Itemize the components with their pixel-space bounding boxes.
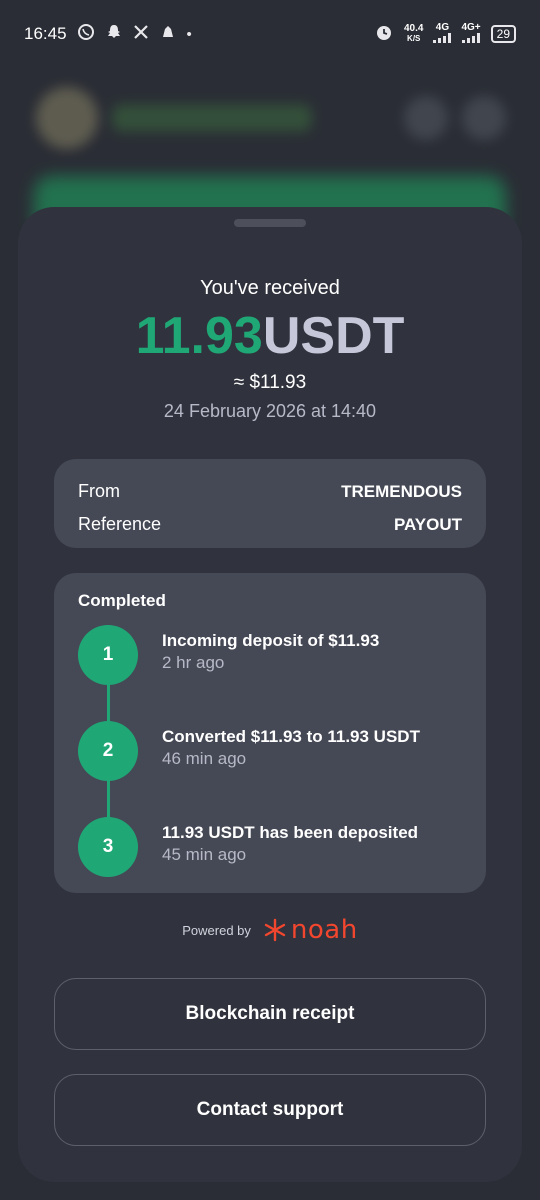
- progress-status: Completed: [78, 591, 166, 610]
- received-amount: 11.93USDT: [18, 307, 522, 365]
- from-label: From: [78, 481, 120, 501]
- step-3: 11.93 USDT has been deposited 45 min ago: [162, 822, 418, 866]
- alarm-icon: [374, 22, 394, 46]
- powered-by: Powered by noah: [18, 915, 522, 945]
- noah-brand-text: noah: [290, 915, 358, 945]
- premier-league-icon: [159, 23, 177, 45]
- step-1: Incoming deposit of $11.93 2 hr ago: [162, 630, 379, 674]
- amount-currency: USDT: [262, 307, 405, 365]
- step-3-badge: 3: [78, 817, 138, 877]
- snapchat-icon: [105, 23, 123, 45]
- reference-label: Reference: [78, 514, 162, 534]
- noah-logo: noah: [263, 915, 358, 945]
- step-title: 11.93 USDT has been deposited: [162, 823, 419, 842]
- network-speed: 40.4 K/S: [403, 23, 424, 44]
- signal-4g-plus: 4G+: [461, 22, 481, 46]
- x-icon: [133, 24, 149, 44]
- whatsapp-icon: [77, 23, 95, 45]
- from-value: TREMENDOUS: [341, 481, 462, 501]
- transaction-sheet: You've received 11.93USDT ≈ $11.93 24 Fe…: [18, 207, 522, 1182]
- signal-4g: 4G: [433, 22, 452, 46]
- step-time: 2 hr ago: [162, 653, 225, 672]
- contact-support-button[interactable]: Contact support: [54, 1074, 486, 1146]
- step-title: Incoming deposit of $11.93: [162, 631, 380, 650]
- battery-indicator: 29: [490, 25, 516, 43]
- approx-fiat-value: ≈ $11.93: [233, 372, 307, 393]
- from-row: From TREMENDOUS: [78, 475, 462, 508]
- step-1-badge: 1: [78, 625, 138, 685]
- progress-card: Completed 1 Incoming deposit of $11.93 2…: [54, 573, 486, 893]
- received-title: You've received: [200, 277, 340, 299]
- reference-value: PAYOUT: [393, 514, 462, 534]
- powered-by-label: Powered by: [182, 922, 251, 938]
- step-time: 45 min ago: [162, 845, 247, 864]
- transaction-date: 24 February 2026 at 14:40: [163, 401, 377, 421]
- status-bar: 16:45 • 40.4 K/S 4G 4G+ 29: [0, 0, 540, 68]
- step-time: 46 min ago: [162, 749, 247, 768]
- step-2: Converted $11.93 to 11.93 USDT 46 min ag…: [162, 726, 420, 770]
- details-card: From TREMENDOUS Reference PAYOUT: [54, 459, 486, 548]
- sheet-drag-handle[interactable]: [234, 219, 306, 227]
- step-title: Converted $11.93 to 11.93 USDT: [162, 727, 420, 746]
- amount-value: 11.93: [135, 307, 263, 365]
- step-2-badge: 2: [78, 721, 138, 781]
- noah-asterisk-icon: [264, 918, 286, 942]
- blockchain-receipt-button[interactable]: Blockchain receipt: [54, 978, 486, 1050]
- reference-row: Reference PAYOUT: [78, 508, 462, 541]
- dot-icon: •: [186, 25, 192, 43]
- background-header-blurred: [36, 87, 506, 149]
- status-time: 16:45: [24, 24, 67, 43]
